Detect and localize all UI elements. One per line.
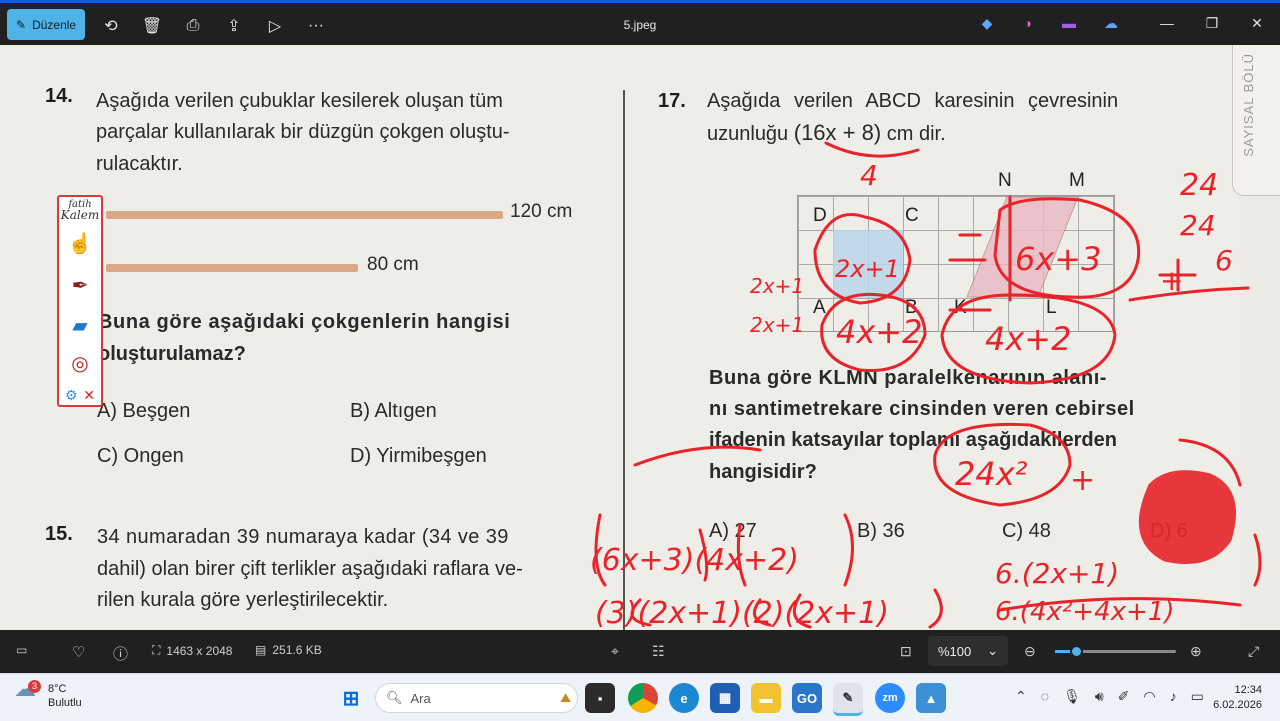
clock-time: 12:34	[1234, 684, 1262, 696]
q17-prompt3: ifadenin katsayılar toplamı aşağıdakiler…	[709, 429, 1117, 451]
column-divider	[623, 90, 625, 630]
grid-label-a: A	[813, 297, 826, 318]
fatih-bottom-controls: ⚙ ✕	[63, 379, 97, 411]
grid-label-m: M	[1069, 170, 1085, 191]
pen-app-icon[interactable]: ✎	[833, 683, 863, 716]
fit-window-icon[interactable]: ⊡	[900, 643, 912, 660]
cursor-tool-icon[interactable]: ☝	[63, 227, 97, 259]
q17-option-a: A) 27	[709, 520, 757, 542]
edge-icon[interactable]: e	[669, 683, 699, 713]
grid-label-b: B	[905, 297, 918, 318]
network-app-icon[interactable]: ◌	[1041, 688, 1049, 705]
q17-prompt2: nı santimetrekare cinsinden veren cebirs…	[709, 398, 1135, 420]
weather-badge: 3	[28, 680, 41, 693]
status-bar: ▭ ♡ ⓘ ⛶ 1463 x 2048 ▤ 251.6 KB ⌖ ☷ ⊡ %10…	[0, 630, 1280, 673]
q17-option-b: B) 36	[857, 520, 905, 542]
grid-label-k: K	[954, 297, 967, 318]
fatih-logo-bottom: Kalem	[60, 208, 100, 222]
weather-temp: 8°C	[48, 683, 67, 695]
window-title: 5.jpeg	[623, 18, 657, 32]
zoom-slider[interactable]	[1055, 645, 1176, 658]
photos-window: ✎ Düzenle ⟲ 🗑 ⎙ ⇪ ▷ ··· 5.jpeg ◆ ◗ ▬ ☁ —…	[0, 0, 1280, 673]
shapes-tool-icon[interactable]: ◎	[63, 347, 97, 379]
text-extract-icon[interactable]: ☷	[652, 643, 665, 660]
grid-label-l: L	[1046, 297, 1057, 318]
section-tab-label: SAYISAL BÖLÜ	[1241, 53, 1256, 157]
zoom-value: %100	[938, 643, 972, 659]
battery-icon[interactable]: ▭	[1191, 688, 1204, 705]
image-viewer[interactable]: 14. Aşağıda verilen çubuklar kesilerek o…	[0, 45, 1280, 630]
cloud-icon: ☁ 3	[14, 678, 41, 708]
fatih-kalem-toolbar: fatih Kalem ☝ ✒ ▰ ◎ ⚙ ✕	[57, 195, 103, 407]
microphone-icon[interactable]: 🎙︎	[1063, 688, 1081, 705]
chevron-down-icon: ⌄	[987, 643, 998, 658]
filmstrip-icon[interactable]: ▭	[16, 643, 27, 657]
title-bar: ✎ Düzenle ⟲ 🗑 ⎙ ⇪ ▷ ··· 5.jpeg ◆ ◗ ▬ ☁ —…	[0, 0, 1280, 45]
start-icon[interactable]: ⊞	[336, 683, 366, 713]
speaker-icon[interactable]: ♪	[1170, 688, 1177, 705]
ai-edit-icon[interactable]: ◆	[975, 15, 999, 32]
fatih-kalem-logo: fatih Kalem	[59, 197, 101, 222]
taskbar-search[interactable]: 🔍︎ Ara ⛰	[375, 683, 578, 713]
favorite-icon[interactable]: ♡	[72, 643, 85, 661]
weather-desc: Bulutlu	[48, 697, 82, 709]
eraser-tool-icon[interactable]: ▰	[63, 309, 97, 341]
dimensions-info: ⛶ 1463 x 2048	[152, 643, 232, 658]
grid-label-n: N	[998, 170, 1012, 191]
photos-app-icon[interactable]: ▲	[916, 683, 946, 713]
visual-search-icon[interactable]: ⌖	[611, 643, 619, 660]
zoom-app-icon[interactable]: zm	[875, 683, 905, 713]
windows-taskbar: ☁ 3 8°C Bulutlu ⊞ 🔍︎ Ara ⛰ ▪ e ▦ ▬ GO ✎ …	[0, 673, 1280, 721]
search-placeholder: Ara	[410, 690, 431, 706]
q17-option-c: C) 48	[1002, 520, 1051, 542]
chevron-up-icon[interactable]: ⌃	[1015, 688, 1027, 705]
section-tab: SAYISAL BÖLÜ	[1232, 45, 1280, 196]
filesize-info: ▤ 251.6 KB	[255, 643, 322, 657]
fullscreen-icon[interactable]: ⤢	[1248, 643, 1259, 660]
q17-prompt4: hangisidir?	[709, 461, 817, 483]
filesize-icon: ▤	[255, 643, 267, 657]
designer-icon[interactable]: ◗	[1017, 15, 1041, 31]
go-app-icon[interactable]: GO	[792, 683, 822, 713]
task-view-icon[interactable]: ▪	[585, 683, 615, 713]
wifi-icon[interactable]: ◠	[1143, 688, 1155, 705]
q17-option-d: D) 6	[1150, 520, 1188, 542]
clipchamp-icon[interactable]: ▬	[1057, 15, 1081, 31]
close-icon[interactable]: ✕	[1245, 15, 1269, 32]
file-explorer-icon[interactable]: ▬	[751, 683, 781, 713]
store-icon[interactable]: ▦	[710, 683, 740, 713]
dimensions-icon: ⛶	[152, 643, 161, 657]
onedrive-icon[interactable]: ☁	[1099, 15, 1123, 32]
pen-tool-icon[interactable]: ✒	[63, 269, 97, 301]
weather-widget[interactable]: ☁ 3 8°C Bulutlu	[14, 678, 82, 710]
settings-icon[interactable]: ⚙	[65, 387, 78, 404]
worksheet-photo: 14. Aşağıda verilen çubuklar kesilerek o…	[0, 45, 1240, 630]
parallelogram-klmn	[966, 196, 1079, 298]
volume-icon[interactable]: 🔊︎	[1095, 688, 1104, 705]
minimize-icon[interactable]: —	[1155, 15, 1179, 31]
zoom-in-icon[interactable]: ⊕	[1190, 643, 1202, 660]
maximize-icon[interactable]: ❐	[1200, 15, 1224, 32]
q17-prompt1: Buna göre KLMN paralelkenarının alanı-	[709, 367, 1107, 389]
filesize-text: 251.6 KB	[272, 643, 322, 657]
taskbar-clock[interactable]: 12:34 6.02.2026	[1206, 683, 1262, 713]
pen-settings-icon[interactable]: ✐	[1118, 688, 1130, 705]
search-icon: 🔍︎	[386, 690, 403, 705]
close-toolbar-icon[interactable]: ✕	[83, 387, 95, 404]
zoom-dropdown[interactable]: %100 ⌄	[928, 636, 1008, 666]
zoom-out-icon[interactable]: ⊖	[1024, 643, 1036, 660]
clock-date: 6.02.2026	[1213, 699, 1262, 711]
system-tray: ⌃ ◌ 🎙︎ 🔊︎ ✐ ◠ ♪ ▭	[1015, 688, 1204, 705]
grid-label-c: C	[905, 205, 919, 226]
dimensions-text: 1463 x 2048	[166, 643, 233, 658]
zoom-slider-knob[interactable]	[1069, 645, 1083, 658]
info-icon[interactable]: ⓘ	[113, 643, 128, 664]
chrome-icon[interactable]	[628, 683, 658, 713]
grid-label-d: D	[813, 205, 827, 226]
search-highlight-icon: ⛰	[560, 690, 571, 705]
